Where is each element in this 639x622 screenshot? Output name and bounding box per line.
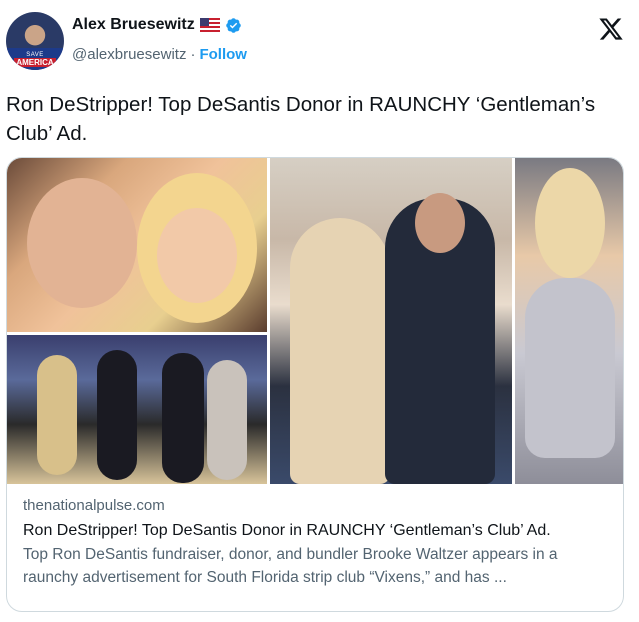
card-media-grid[interactable]: [7, 158, 623, 484]
verified-badge-icon: [225, 17, 241, 33]
tweet-text: Ron DeStripper! Top DeSantis Donor in RA…: [6, 93, 596, 145]
photo-two-people[interactable]: [270, 158, 512, 484]
handle[interactable]: @alexbruesewitz: [72, 46, 186, 63]
x-logo-icon[interactable]: [598, 16, 624, 42]
separator-dot: ·: [190, 46, 196, 63]
card-domain: thenationalpulse.com: [23, 497, 165, 514]
author-name-row: Alex Bruesewitz: [72, 16, 242, 34]
link-card[interactable]: thenationalpulse.com Ron DeStripper! Top…: [6, 157, 624, 612]
photo-sequin-outfit[interactable]: [515, 158, 623, 484]
avatar-banner: SAVE AMERICA: [6, 48, 64, 70]
photo-selfie[interactable]: [7, 158, 267, 332]
avatar[interactable]: SAVE AMERICA: [6, 12, 64, 70]
follow-button[interactable]: Follow: [199, 46, 247, 63]
display-name[interactable]: Alex Bruesewitz: [72, 16, 195, 34]
photo-group-event[interactable]: [7, 335, 267, 484]
us-flag-icon: [199, 18, 220, 32]
handle-row: @alexbruesewitz · Follow: [72, 46, 247, 63]
card-headline: Ron DeStripper! Top DeSantis Donor in RA…: [23, 522, 551, 539]
avatar-text-bottom: AMERICA: [14, 57, 56, 67]
card-meta[interactable]: thenationalpulse.com Ron DeStripper! Top…: [7, 484, 623, 589]
card-description: Top Ron DeSantis fundraiser, donor, and …: [23, 546, 558, 586]
